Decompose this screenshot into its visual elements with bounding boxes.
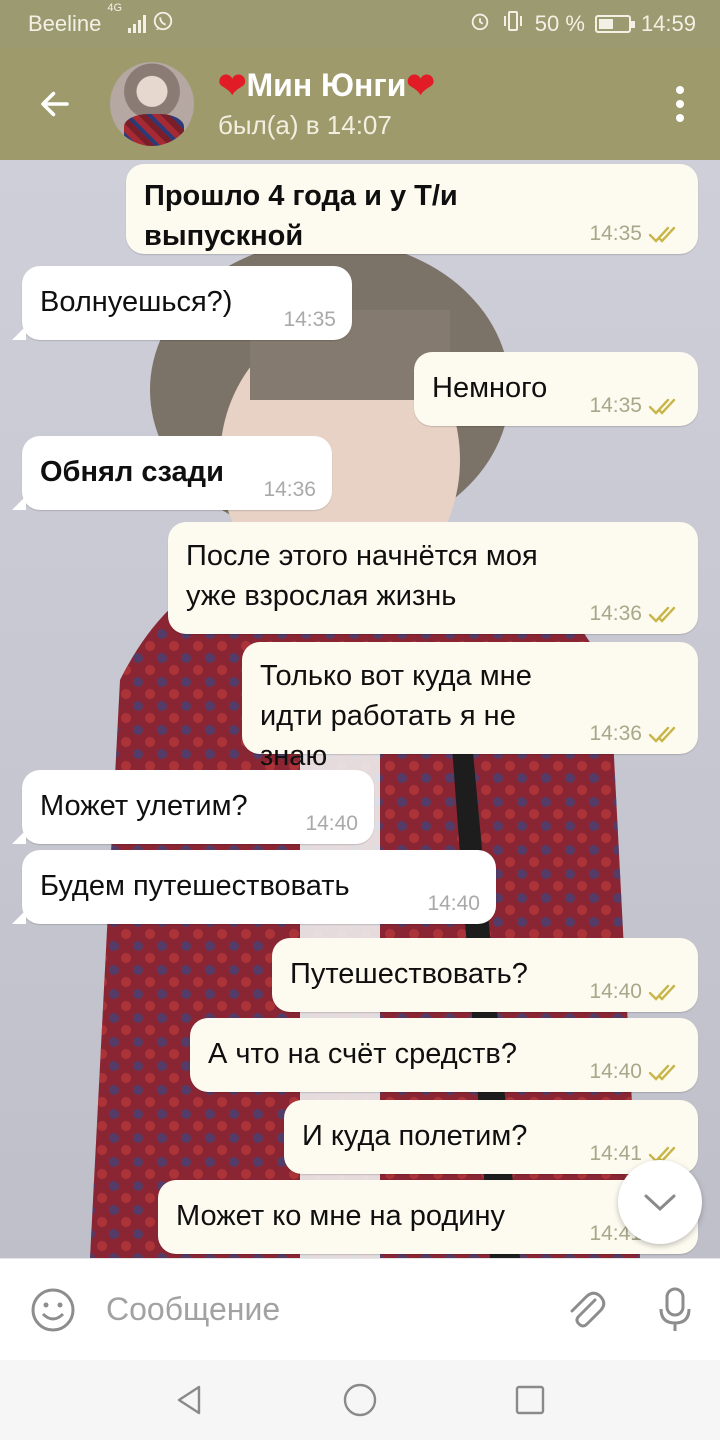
back-button[interactable]	[0, 48, 110, 160]
avatar[interactable]	[110, 62, 194, 146]
contact-name: Мин Юнги	[246, 67, 407, 103]
signal-icon	[128, 15, 147, 33]
message-time: 14:35	[589, 394, 642, 417]
message-text: Путешествовать?	[290, 958, 528, 990]
status-bar: Beeline 4G 50 % 14:59	[0, 0, 720, 48]
whatsapp-icon	[152, 10, 174, 38]
message-meta: 14:36	[589, 602, 682, 626]
message-time: 14:40	[427, 892, 480, 915]
message-input[interactable]	[106, 1279, 540, 1340]
chat-title-block[interactable]: ❤ Мин Юнги ❤ был(а) в 14:07	[218, 67, 435, 141]
message-text: Будем путешествовать	[40, 870, 350, 902]
message-bubble-out[interactable]: А что на счёт средств? 14:40	[190, 1018, 698, 1092]
alarm-icon	[469, 10, 491, 38]
square-recents-icon	[515, 1385, 545, 1415]
message-bubble-out[interactable]: Может ко мне на родину 14:41	[158, 1180, 698, 1254]
nav-back-button[interactable]	[160, 1370, 220, 1430]
message-time: 14:36	[589, 602, 642, 625]
message-time: 14:35	[283, 308, 336, 331]
more-vert-icon	[676, 86, 684, 122]
microphone-icon	[659, 1287, 691, 1331]
message-bubble-in[interactable]: Может улетим? 14:40	[12, 770, 374, 844]
message-time: 14:36	[589, 722, 642, 745]
message-bubble-out[interactable]: Путешествовать? 14:40	[272, 938, 698, 1012]
message-composer	[0, 1258, 720, 1360]
network-type: 4G	[107, 2, 123, 14]
emoji-button[interactable]	[0, 1286, 106, 1334]
system-nav-bar	[0, 1360, 720, 1440]
battery-percent: 50 %	[534, 11, 585, 36]
message-meta: 14:35	[589, 394, 682, 418]
circle-home-icon	[343, 1383, 377, 1417]
arrow-left-icon	[41, 91, 69, 117]
message-time: 14:40	[305, 812, 358, 835]
battery-icon	[594, 15, 635, 33]
message-text: Только вот куда мне идти работать я не з…	[260, 660, 532, 772]
status-right: 50 % 14:59	[469, 10, 696, 38]
last-seen: был(а) в 14:07	[218, 110, 392, 140]
message-bubble-out[interactable]: После этого начнётся моя уже взрослая жи…	[168, 522, 698, 634]
message-text: Обнял сзади	[40, 456, 224, 488]
message-text: И куда полетим?	[302, 1120, 528, 1152]
message-text: Волнуешься?)	[40, 286, 233, 318]
chevron-down-icon	[644, 1194, 676, 1212]
message-text: После этого начнётся моя уже взрослая жи…	[186, 540, 538, 612]
chat-area[interactable]: Прошло 4 года и у Т/и выпускной 14:35 Волн…	[0, 160, 720, 1258]
message-meta: 14:35	[283, 308, 336, 332]
clock: 14:59	[640, 11, 696, 36]
double-check-icon	[648, 1064, 676, 1081]
message-time: 14:40	[589, 1060, 642, 1083]
message-meta: 14:40	[427, 892, 480, 916]
smiley-icon	[31, 1288, 75, 1331]
message-bubble-in[interactable]: Волнуешься?) 14:35	[12, 266, 352, 340]
status-left: Beeline 4G	[28, 2, 174, 38]
message-text: Может улетим?	[40, 790, 248, 822]
message-bubble-out[interactable]: Только вот куда мне идти работать я не з…	[242, 642, 698, 772]
message-bubble-out[interactable]: Немного 14:35	[414, 352, 698, 426]
chat-header: ❤ Мин Юнги ❤ был(а) в 14:07	[0, 48, 720, 160]
vibrate-icon	[501, 10, 525, 38]
message-meta: 14:40	[589, 980, 682, 1004]
message-meta: 14:36	[589, 722, 682, 746]
message-bubble-in[interactable]: Обнял сзади 14:36	[12, 436, 332, 510]
carrier-label: Beeline	[28, 11, 102, 36]
double-check-icon	[648, 726, 676, 743]
triangle-back-icon	[177, 1385, 201, 1415]
message-meta: 14:40	[589, 1060, 682, 1084]
message-time: 14:40	[589, 980, 642, 1003]
message-bubble-out[interactable]: И куда полетим? 14:41	[284, 1100, 698, 1174]
battery-fill	[598, 19, 613, 29]
message-text: Немного	[432, 372, 548, 404]
double-check-icon	[648, 226, 676, 243]
double-check-icon	[648, 606, 676, 623]
message-text: А что на счёт средств?	[208, 1038, 517, 1070]
message-bubble-out[interactable]: Прошло 4 года и у Т/и выпускной 14:35	[126, 164, 698, 254]
more-menu-button[interactable]	[640, 48, 720, 160]
heart-icon: ❤	[218, 66, 247, 105]
message-text: Прошло 4 года и у Т/и выпускной	[144, 180, 458, 252]
contact-name-row: ❤ Мин Юнги ❤	[218, 67, 435, 104]
heart-icon: ❤	[406, 66, 435, 105]
message-text: Может ко мне на родину	[176, 1200, 505, 1232]
nav-recents-button[interactable]	[500, 1370, 560, 1430]
message-meta: 14:35	[589, 222, 682, 246]
attach-button[interactable]	[540, 1286, 630, 1334]
double-check-icon	[648, 398, 676, 415]
message-bubble-in[interactable]: Будем путешествовать 14:40	[12, 850, 496, 924]
message-time: 14:41	[589, 1142, 642, 1165]
nav-home-button[interactable]	[330, 1370, 390, 1430]
message-time: 14:36	[263, 478, 316, 501]
message-time: 14:35	[589, 222, 642, 245]
paperclip-icon	[570, 1291, 606, 1327]
scroll-down-button[interactable]	[618, 1160, 702, 1244]
double-check-icon	[648, 984, 676, 1001]
message-meta: 14:36	[263, 478, 316, 502]
message-meta: 14:40	[305, 812, 358, 836]
mic-button[interactable]	[630, 1285, 720, 1335]
